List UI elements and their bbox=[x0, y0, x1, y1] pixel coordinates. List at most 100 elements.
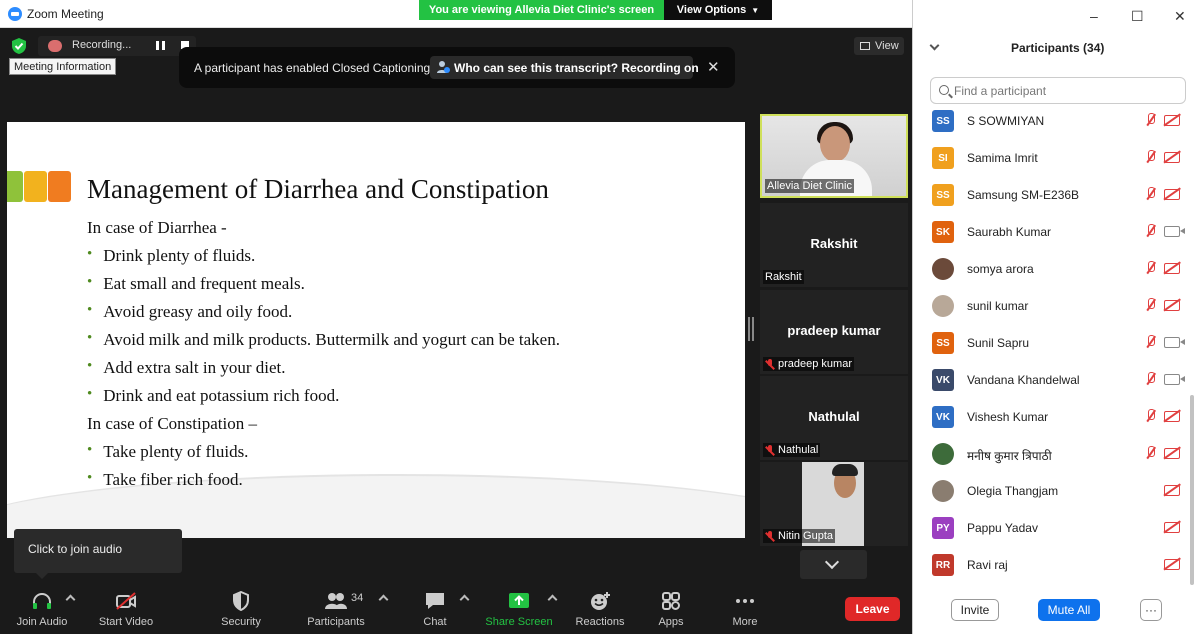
video-off-icon bbox=[1164, 300, 1180, 311]
apps-button[interactable]: Apps bbox=[648, 580, 694, 634]
video-off-icon bbox=[1164, 411, 1180, 422]
share-screen-button[interactable]: Share Screen bbox=[484, 580, 554, 634]
view-options-button[interactable]: View Options ▼ bbox=[664, 0, 772, 20]
mic-muted-icon[interactable] bbox=[1145, 113, 1156, 127]
video-on-icon bbox=[1164, 374, 1185, 385]
video-tile[interactable]: Rakshit Rakshit bbox=[760, 203, 908, 287]
participant-search-input[interactable] bbox=[954, 82, 1174, 100]
mic-muted-icon[interactable] bbox=[1145, 335, 1156, 349]
transcript-info-label: Who can see this transcript? Recording o… bbox=[454, 61, 699, 75]
join-audio-label: Join Audio bbox=[16, 616, 68, 628]
person-hair bbox=[832, 464, 858, 476]
zoom-logo-icon bbox=[8, 7, 22, 21]
participant-row[interactable]: SS S SOWMIYAN bbox=[913, 104, 1189, 141]
participant-row[interactable]: मनीष कुमार त्रिपाठी bbox=[913, 437, 1189, 474]
chat-button[interactable]: Chat bbox=[410, 580, 460, 634]
video-off-icon bbox=[1164, 152, 1180, 163]
participant-row[interactable]: VK Vishesh Kumar bbox=[913, 400, 1189, 437]
video-tile[interactable]: pradeep kumar pradeep kumar bbox=[760, 290, 908, 374]
participant-name: Ravi raj bbox=[967, 558, 1008, 572]
shared-screen-slide: Management of Diarrhea and Constipation … bbox=[7, 122, 745, 538]
gallery-scroll-down-button[interactable] bbox=[800, 550, 867, 579]
mic-muted-icon[interactable] bbox=[1145, 298, 1156, 312]
maximize-icon[interactable]: ☐ bbox=[1131, 8, 1144, 25]
mic-muted-icon[interactable] bbox=[1145, 409, 1156, 423]
participant-row[interactable]: PY Pappu Yadav bbox=[913, 511, 1189, 548]
participants-button[interactable]: Participants bbox=[300, 580, 372, 634]
mic-muted-icon bbox=[765, 444, 775, 456]
participant-row[interactable]: SS Sunil Sapru bbox=[913, 326, 1189, 363]
share-screen-label: Share Screen bbox=[485, 616, 553, 628]
reactions-label: Reactions bbox=[575, 616, 625, 628]
search-icon bbox=[939, 85, 949, 95]
participant-row[interactable]: SK Saurabh Kumar bbox=[913, 215, 1189, 252]
participant-name: Olegia Thangjam bbox=[967, 484, 1059, 498]
participant-row[interactable]: VK Vandana Khandelwal bbox=[913, 363, 1189, 400]
mic-muted-icon[interactable] bbox=[1145, 187, 1156, 201]
pause-recording-icon[interactable] bbox=[156, 41, 165, 50]
invite-button[interactable]: Invite bbox=[951, 599, 999, 621]
participant-row[interactable]: somya arora bbox=[913, 252, 1189, 289]
video-tile-host[interactable]: Allevia Diet Clinic bbox=[760, 114, 908, 198]
slide-bullet: • Eat small and frequent meals. bbox=[87, 274, 305, 293]
video-off-icon bbox=[1164, 448, 1180, 459]
more-options-button[interactable]: ··· bbox=[1140, 599, 1162, 621]
panel-resize-handle[interactable] bbox=[748, 317, 754, 341]
person-face bbox=[820, 126, 850, 162]
recording-indicator: Recording... bbox=[38, 36, 196, 56]
view-button[interactable]: View bbox=[854, 37, 904, 55]
mic-muted-icon[interactable] bbox=[1145, 446, 1156, 460]
mic-muted-icon[interactable] bbox=[1145, 372, 1156, 386]
transcript-info-link[interactable]: Who can see this transcript? Recording o… bbox=[430, 56, 699, 79]
apps-label: Apps bbox=[658, 616, 684, 628]
participant-row[interactable]: SS Samsung SM-E236B bbox=[913, 178, 1189, 215]
share-banner: You are viewing Allevia Diet Clinic's sc… bbox=[419, 0, 772, 20]
video-off-icon bbox=[1164, 559, 1180, 570]
mute-all-button[interactable]: Mute All bbox=[1038, 599, 1100, 621]
avatar: SS bbox=[932, 184, 954, 206]
start-video-button[interactable]: Start Video bbox=[94, 580, 158, 634]
participant-list-scrollbar[interactable] bbox=[1190, 395, 1194, 585]
minimize-icon[interactable]: – bbox=[1090, 8, 1098, 24]
avatar: SK bbox=[932, 221, 954, 243]
participants-options-caret[interactable] bbox=[378, 594, 389, 605]
slide-bullet: • Avoid greasy and oily food. bbox=[87, 302, 293, 321]
collapse-panel-icon[interactable] bbox=[929, 40, 940, 51]
apps-icon bbox=[662, 592, 680, 610]
slide-bullet: • Take plenty of fluids. bbox=[87, 442, 249, 461]
tile-name: Nathulal bbox=[808, 409, 860, 424]
video-tile[interactable]: Nathulal Nathulal bbox=[760, 376, 908, 460]
video-on-icon bbox=[1164, 337, 1185, 348]
tile-label: Nathulal bbox=[763, 443, 821, 457]
shield-icon bbox=[233, 591, 249, 611]
start-video-label: Start Video bbox=[98, 616, 154, 628]
shield-icon[interactable] bbox=[9, 36, 29, 56]
chat-options-caret[interactable] bbox=[459, 594, 470, 605]
mic-muted-icon[interactable] bbox=[1145, 224, 1156, 238]
participant-row[interactable]: Olegia Thangjam bbox=[913, 474, 1189, 511]
avatar: SS bbox=[932, 332, 954, 354]
participants-label: Participants bbox=[307, 616, 365, 628]
participant-row[interactable]: sunil kumar bbox=[913, 289, 1189, 326]
chat-label: Chat bbox=[423, 616, 447, 628]
tile-label: Rakshit bbox=[763, 270, 804, 284]
video-off-icon bbox=[1164, 522, 1180, 533]
close-icon[interactable]: ✕ bbox=[707, 58, 720, 76]
reactions-button[interactable]: Reactions bbox=[572, 580, 628, 634]
avatar: SS bbox=[932, 110, 954, 132]
slide-title: Management of Diarrhea and Constipation bbox=[87, 174, 549, 204]
security-button[interactable]: Security bbox=[210, 580, 272, 634]
participant-row[interactable]: RR Ravi raj bbox=[913, 548, 1189, 585]
participant-row[interactable]: SI Samima Imrit bbox=[913, 141, 1189, 178]
mic-muted-icon[interactable] bbox=[1145, 150, 1156, 164]
slide-bullet: • Add extra salt in your diet. bbox=[87, 358, 286, 377]
mic-muted-icon[interactable] bbox=[1145, 261, 1156, 275]
join-audio-button[interactable]: Join Audio bbox=[10, 580, 74, 634]
more-button[interactable]: More bbox=[722, 580, 768, 634]
leave-button[interactable]: Leave bbox=[845, 597, 900, 621]
participant-search bbox=[930, 77, 1186, 104]
view-label: View bbox=[875, 40, 899, 52]
close-window-icon[interactable]: ✕ bbox=[1174, 8, 1186, 25]
video-tile[interactable]: Nitin Gupta bbox=[760, 462, 908, 546]
participant-name: sunil kumar bbox=[967, 299, 1029, 313]
